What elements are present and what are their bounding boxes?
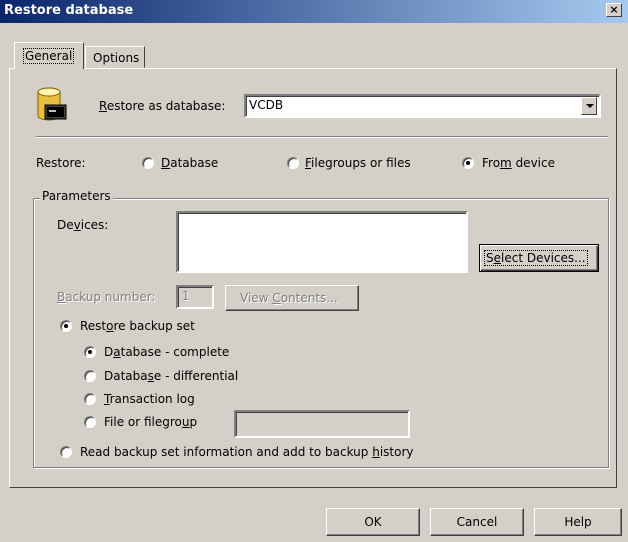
database-differential-label[interactable]: Database - differential	[104, 369, 238, 383]
help-label: Help	[564, 515, 592, 529]
separator	[36, 136, 608, 138]
filegroup-field[interactable]	[234, 410, 410, 438]
window-title: Restore database	[4, 3, 134, 18]
tab-general-label: General	[22, 48, 75, 64]
radio-database[interactable]	[142, 157, 154, 169]
parameters-legend: Parameters	[40, 189, 113, 203]
restore-as-label: Restore as database:	[99, 99, 226, 113]
backup-number-field[interactable]: 1	[176, 285, 214, 309]
restore-as-value: VCDB	[249, 98, 284, 112]
tab-general[interactable]: General	[14, 42, 84, 69]
radio-filegroups[interactable]	[287, 157, 299, 169]
restore-mode-label: Restore:	[36, 156, 86, 170]
accelerator: u	[181, 415, 190, 429]
chevron-down-icon[interactable]	[581, 97, 597, 115]
accelerator: R	[99, 99, 107, 113]
restore-as-combobox[interactable]: VCDB	[244, 94, 601, 118]
close-button[interactable]: ×	[606, 3, 622, 17]
accelerator: e	[493, 251, 502, 265]
radio-file-or-filegroup[interactable]	[84, 416, 96, 428]
backup-number-value: 1	[182, 289, 190, 303]
radio-database-differential[interactable]	[84, 370, 96, 382]
accelerator: h	[372, 445, 380, 459]
database-complete-label[interactable]: Database - complete	[104, 345, 229, 359]
ok-label: OK	[364, 515, 382, 529]
devices-listbox[interactable]	[176, 211, 468, 273]
radio-from-device-label[interactable]: From device	[482, 156, 555, 170]
radio-from-device[interactable]	[462, 157, 474, 169]
view-contents-button[interactable]: View Contents...	[225, 285, 359, 311]
accelerator: C	[272, 291, 281, 305]
ok-button[interactable]: OK	[326, 508, 420, 536]
file-or-filegroup-label[interactable]: File or filegroup	[104, 415, 197, 429]
devices-label: Devices:	[57, 218, 109, 232]
radio-filegroups-label[interactable]: Filegroups or files	[305, 156, 411, 170]
accelerator: B	[57, 290, 66, 304]
radio-transaction-log[interactable]	[84, 393, 96, 405]
select-devices-button[interactable]: Select Devices...	[479, 244, 599, 272]
radio-database-label[interactable]: Database	[161, 156, 218, 170]
accelerator: D	[161, 156, 171, 170]
help-button[interactable]: Help	[534, 508, 622, 536]
view-contents-label: View Contents...	[240, 291, 338, 305]
transaction-log-label[interactable]: Transaction log	[104, 392, 195, 406]
accelerator: a	[113, 345, 121, 359]
database-restore-icon	[36, 86, 68, 124]
read-backup-info-label[interactable]: Read backup set information and add to b…	[80, 445, 414, 459]
backup-number-label: Backup number:	[57, 290, 156, 304]
select-devices-label: Select Devices...	[484, 250, 588, 266]
radio-database-complete[interactable]	[84, 346, 96, 358]
radio-restore-backup-set[interactable]	[60, 320, 72, 332]
radio-read-backup-info[interactable]	[60, 446, 72, 458]
cancel-button[interactable]: Cancel	[430, 508, 524, 536]
cancel-label: Cancel	[456, 515, 498, 529]
accelerator: v	[73, 218, 81, 232]
tab-options-label: Options	[93, 51, 140, 65]
restore-backup-set-label[interactable]: Restore backup set	[80, 319, 195, 333]
tab-options[interactable]: Options	[85, 46, 145, 68]
accelerator: m	[500, 156, 512, 170]
